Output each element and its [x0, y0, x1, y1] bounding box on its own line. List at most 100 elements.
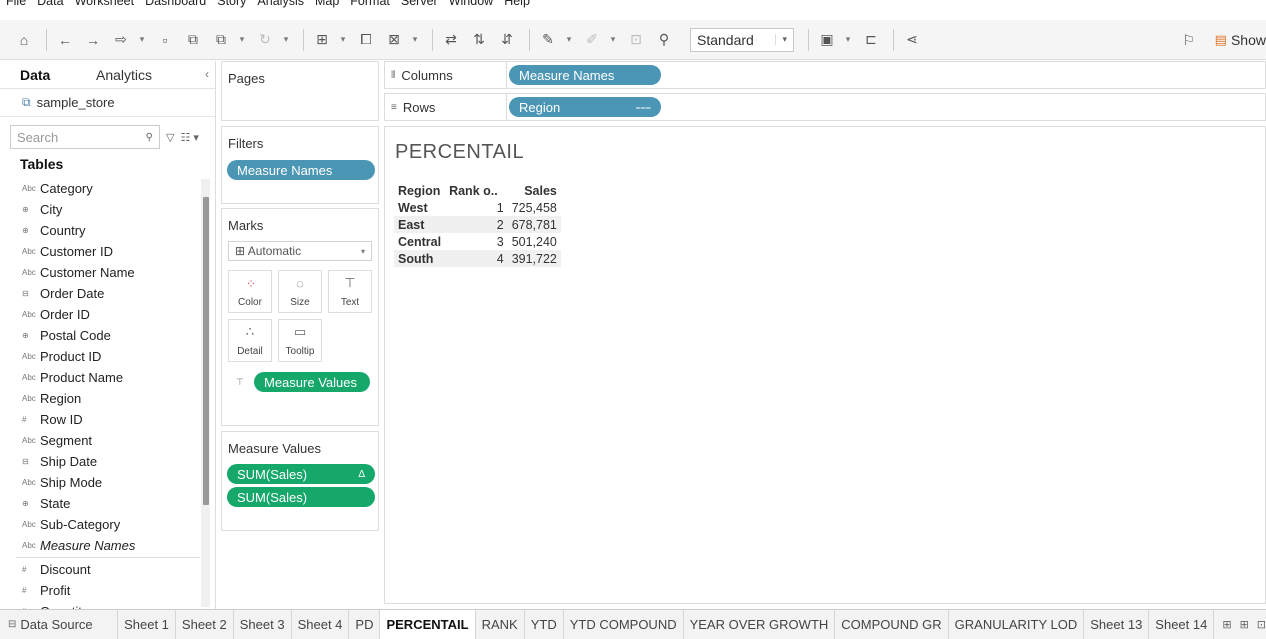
presentation-icon[interactable]: ⊏: [859, 28, 883, 52]
marks-text-button[interactable]: ⊤ Text: [328, 270, 372, 313]
new-datasource-icon[interactable]: ⧉: [181, 28, 205, 52]
chevron-down-icon[interactable]: ▾: [338, 28, 348, 52]
field-state[interactable]: ⊕ State: [0, 493, 200, 514]
tab-sheet-2[interactable]: Sheet 2: [176, 610, 234, 639]
menu-item-dashboard[interactable]: Dashboard: [145, 0, 206, 14]
menu-item-worksheet[interactable]: Worksheet: [75, 0, 135, 14]
scrollbar-thumb[interactable]: [203, 197, 209, 505]
marks-detail-button[interactable]: ∴ Detail: [228, 319, 272, 362]
tab-data[interactable]: Data: [0, 67, 76, 83]
filters-card[interactable]: Filters Measure Names: [221, 126, 379, 204]
chevron-down-icon[interactable]: ▾: [843, 28, 853, 52]
view-options-icon[interactable]: ☷ ▾: [180, 131, 198, 144]
tab-data-source[interactable]: ⊟ Data Source: [0, 610, 119, 639]
tab-year-over-growth[interactable]: YEAR OVER GROWTH: [684, 610, 836, 639]
tab-sheet-1[interactable]: Sheet 1: [118, 610, 176, 639]
field-segment[interactable]: Abc Segment: [0, 430, 200, 451]
rows-pill-region[interactable]: Region ⩶: [509, 97, 661, 117]
refresh-icon[interactable]: ↻: [253, 28, 277, 52]
cell-rank[interactable]: 1: [445, 199, 508, 216]
field-city[interactable]: ⊕ City: [0, 199, 200, 220]
cell-sales[interactable]: 678,781: [507, 216, 561, 233]
tab-percentail[interactable]: PERCENTAIL: [380, 610, 476, 639]
header-region[interactable]: Region: [394, 182, 445, 199]
swap-icon[interactable]: ⇄: [439, 28, 463, 52]
sort-descending-icon[interactable]: ⇵: [495, 28, 519, 52]
chevron-down-icon[interactable]: ▾: [137, 28, 147, 52]
cell-rank[interactable]: 2: [445, 216, 508, 233]
labels-icon[interactable]: ⊡: [624, 28, 648, 52]
save-icon[interactable]: ▫: [153, 28, 177, 52]
field-ship-mode[interactable]: Abc Ship Mode: [0, 472, 200, 493]
format-painter-icon[interactable]: ⚐: [1177, 28, 1201, 52]
marks-tooltip-button[interactable]: ▭ Tooltip: [278, 319, 322, 362]
new-sheet-icon[interactable]: ⊞: [310, 28, 334, 52]
tab-sheet-4[interactable]: Sheet 4: [292, 610, 350, 639]
table-row[interactable]: Central 3 501,240: [394, 233, 561, 250]
undo-icon[interactable]: ←: [53, 28, 77, 52]
cell-sales[interactable]: 391,722: [507, 250, 561, 267]
tab-pd[interactable]: PD: [349, 610, 381, 639]
marks-color-button[interactable]: ⁘ Color: [228, 270, 272, 313]
field-profit[interactable]: # Profit: [0, 580, 200, 601]
field-customer-id[interactable]: Abc Customer ID: [0, 241, 200, 262]
show-cards-icon[interactable]: ▣: [815, 28, 839, 52]
field-product-id[interactable]: Abc Product ID: [0, 346, 200, 367]
tab-sheet-3[interactable]: Sheet 3: [234, 610, 292, 639]
field-discount[interactable]: # Discount: [0, 559, 200, 580]
tab-sheet-13[interactable]: Sheet 13: [1084, 610, 1150, 639]
chevron-down-icon[interactable]: ▾: [564, 28, 574, 52]
datasource-item[interactable]: ⧉ sample_store: [0, 89, 215, 117]
menu-item-window[interactable]: Window: [449, 0, 493, 14]
tab-analytics[interactable]: Analytics: [76, 67, 152, 83]
tab-sheet-14[interactable]: Sheet 14: [1149, 610, 1215, 639]
field-customer-name[interactable]: Abc Customer Name: [0, 262, 200, 283]
cell-region[interactable]: Central: [394, 233, 445, 250]
duplicate-sheet-icon[interactable]: ⧠: [354, 28, 378, 52]
new-worksheet-icon[interactable]: ⊞: [1222, 618, 1231, 631]
header-rank[interactable]: Rank o..: [445, 182, 508, 199]
field-order-id[interactable]: Abc Order ID: [0, 304, 200, 325]
chevron-down-icon[interactable]: ▾: [410, 28, 420, 52]
datasource-options-icon[interactable]: ⧉: [209, 28, 233, 52]
cell-sales[interactable]: 501,240: [508, 233, 561, 250]
columns-shelf[interactable]: ⦀ Columns Measure Names: [384, 61, 1266, 89]
menu-item-map[interactable]: Map: [315, 0, 339, 14]
tab-ytd[interactable]: YTD: [525, 610, 564, 639]
filter-icon[interactable]: ▽: [166, 131, 174, 144]
table-row[interactable]: East 2 678,781: [394, 216, 561, 233]
chevron-down-icon[interactable]: ▾: [237, 28, 247, 52]
filters-pill-measure-names[interactable]: Measure Names: [227, 160, 375, 180]
show-me-button[interactable]: ▤ Show: [1215, 32, 1266, 48]
new-story-icon[interactable]: ⊡: [1257, 618, 1266, 631]
collapse-left-icon[interactable]: ‹: [205, 67, 209, 81]
tab-granularity-lod[interactable]: GRANULARITY LOD: [949, 610, 1085, 639]
table-row[interactable]: South 4 391,722: [394, 250, 561, 267]
field-country[interactable]: ⊕ Country: [0, 220, 200, 241]
pin-icon[interactable]: ⚲: [652, 28, 676, 52]
tab-ytd-compound[interactable]: YTD COMPOUND: [564, 610, 684, 639]
cell-region[interactable]: East: [394, 216, 446, 233]
cell-rank[interactable]: 4: [445, 250, 508, 267]
field-row-id[interactable]: # Row ID: [0, 409, 200, 430]
menu-item-story[interactable]: Story: [217, 0, 246, 14]
marks-pill-measure-values[interactable]: Measure Values: [254, 372, 370, 392]
field-category[interactable]: Abc Category: [0, 178, 200, 199]
fit-select[interactable]: Standard ▾: [690, 27, 794, 52]
cell-sales[interactable]: 725,458: [508, 199, 561, 216]
field-postal-code[interactable]: ⊕ Postal Code: [0, 325, 200, 346]
field-measure-names[interactable]: Abc Measure Names: [0, 535, 200, 556]
measure-values-pill-sum-sales[interactable]: SUM(Sales): [227, 487, 375, 507]
field-sub-category[interactable]: Abc Sub-Category: [0, 514, 200, 535]
columns-pill-measure-names[interactable]: Measure Names: [509, 65, 661, 85]
highlight-icon[interactable]: ✎: [536, 28, 560, 52]
menu-item-data[interactable]: Data: [37, 0, 63, 14]
header-sales[interactable]: Sales: [508, 182, 561, 199]
menu-item-format[interactable]: Format: [350, 0, 390, 14]
replay-icon[interactable]: ⇨: [109, 28, 133, 52]
menu-item-server[interactable]: Server: [401, 0, 438, 14]
menu-item-analysis[interactable]: Analysis: [257, 0, 304, 14]
rows-shelf[interactable]: ≡ Rows Region ⩶: [384, 93, 1266, 121]
field-product-name[interactable]: Abc Product Name: [0, 367, 200, 388]
cell-rank[interactable]: 3: [445, 233, 508, 250]
